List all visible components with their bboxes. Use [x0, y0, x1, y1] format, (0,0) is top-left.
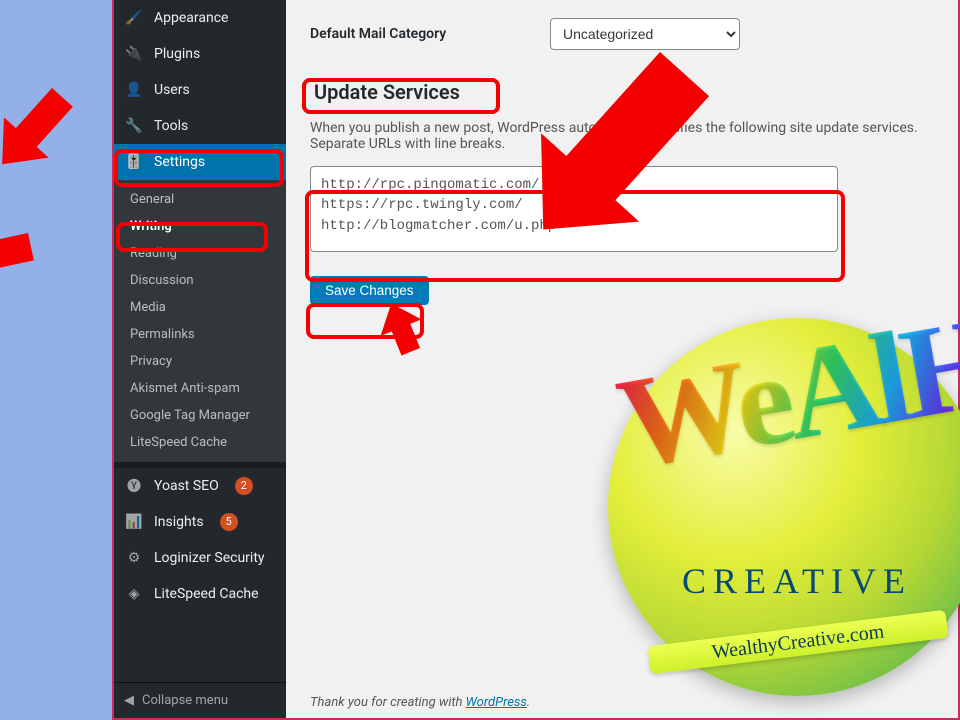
sidebar-item-label: LiteSpeed Cache [154, 586, 259, 602]
sidebar-item-label: Appearance [154, 10, 228, 26]
default-mail-label: Default Mail Category [310, 26, 530, 42]
footer-credit: Thank you for creating with WordPress. [310, 695, 530, 710]
settings-sub-general[interactable]: General [114, 186, 286, 213]
sidebar-item-label: Users [154, 82, 190, 98]
settings-sub-reading[interactable]: Reading [114, 240, 286, 267]
app-frame: 🖌️ Appearance 🔌 Plugins 👤 Users 🔧 Tools 🎚️ Settin… [112, 0, 960, 720]
settings-sub-permalinks[interactable]: Permalinks [114, 321, 286, 348]
wealthy-creative-logo: WeAlHy CREATIVE WealthyCreative.com [608, 318, 960, 696]
collapse-menu[interactable]: ◀ Collapse menu [114, 682, 286, 718]
default-mail-select[interactable]: Uncategorized [550, 18, 740, 50]
content-area: Default Mail Category Uncategorized Upda… [286, 0, 958, 718]
sidebar-item-tools[interactable]: 🔧 Tools [114, 108, 286, 144]
logo-url-strip: WealthyCreative.com [647, 610, 948, 674]
sidebar-item-appearance[interactable]: 🖌️ Appearance [114, 0, 286, 36]
litespeed-icon: ◈ [124, 586, 144, 602]
yoast-icon: 🅨 [124, 476, 144, 496]
settings-sub-media[interactable]: Media [114, 294, 286, 321]
sidebar-item-users[interactable]: 👤 Users [114, 72, 286, 108]
sidebar-item-insights[interactable]: 📊 Insights 5 [114, 504, 286, 540]
sidebar-item-plugins[interactable]: 🔌 Plugins [114, 36, 286, 72]
sidebar-item-litespeed-cache[interactable]: ◈ LiteSpeed Cache [114, 576, 286, 612]
sidebar-item-loginizer-security[interactable]: ⚙ Loginizer Security [114, 540, 286, 576]
admin-sidebar: 🖌️ Appearance 🔌 Plugins 👤 Users 🔧 Tools 🎚️ Settin… [114, 0, 286, 718]
settings-sub-writing[interactable]: Writing [114, 213, 286, 240]
update-services-heading: Update Services [304, 76, 470, 108]
logo-creative-text: CREATIVE [608, 560, 960, 602]
tools-icon: 🔧 [124, 118, 144, 134]
notification-badge: 5 [220, 513, 238, 531]
collapse-label: Collapse menu [142, 693, 228, 708]
sidebar-item-label: Insights [154, 514, 204, 530]
notification-badge: 2 [235, 477, 253, 495]
sidebar-item-label: Loginizer Security [154, 550, 265, 566]
sidebar-item-yoast-seo[interactable]: 🅨 Yoast SEO 2 [114, 468, 286, 504]
settings-sub-litespeed-cache[interactable]: LiteSpeed Cache [114, 429, 286, 456]
settings-sub-privacy[interactable]: Privacy [114, 348, 286, 375]
sidebar-item-label: Tools [154, 118, 188, 134]
sidebar-item-label: Settings [154, 154, 205, 170]
settings-sub-google-tag-manager[interactable]: Google Tag Manager [114, 402, 286, 429]
settings-icon: 🎚️ [124, 154, 144, 170]
logo-wordmark: WeAlHy [612, 311, 960, 477]
collapse-icon: ◀ [124, 693, 134, 708]
plugins-icon: 🔌 [124, 46, 144, 62]
footer-wordpress-link[interactable]: WordPress [466, 695, 527, 710]
users-icon: 👤 [124, 82, 144, 98]
ping-services-textarea[interactable] [310, 166, 838, 252]
appearance-icon: 🖌️ [124, 10, 144, 26]
sidebar-item-label: Yoast SEO [154, 478, 219, 494]
update-services-description: When you publish a new post, WordPress a… [310, 120, 934, 152]
footer-suffix: . [527, 695, 530, 710]
loginizer-icon: ⚙ [124, 550, 144, 566]
settings-sub-discussion[interactable]: Discussion [114, 267, 286, 294]
save-changes-button[interactable]: Save Changes [310, 276, 429, 305]
insights-icon: 📊 [124, 514, 144, 530]
settings-sub-akismet-anti-spam[interactable]: Akismet Anti-spam [114, 375, 286, 402]
sidebar-item-settings[interactable]: 🎚️ Settings [114, 144, 286, 180]
sidebar-item-label: Plugins [154, 46, 200, 62]
footer-prefix: Thank you for creating with [310, 695, 466, 710]
default-mail-row: Default Mail Category Uncategorized [310, 18, 934, 50]
settings-submenu: GeneralWritingReadingDiscussionMediaPerm… [114, 180, 286, 462]
